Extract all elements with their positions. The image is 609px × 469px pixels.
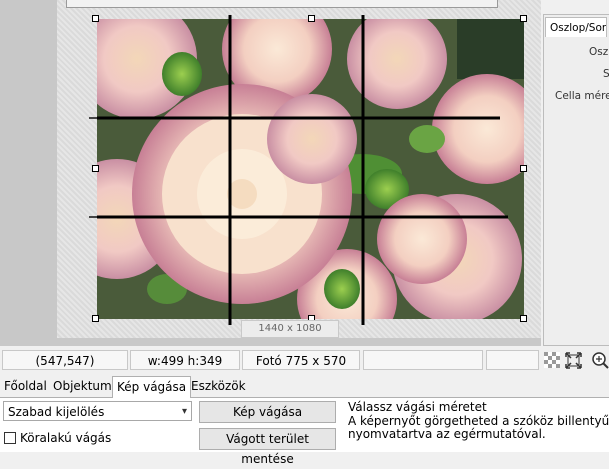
tab-tools[interactable]: Eszközök bbox=[187, 376, 250, 396]
canvas-top-strip bbox=[66, 0, 498, 8]
crop-handle-top-left[interactable] bbox=[92, 15, 99, 22]
grid-icon[interactable] bbox=[544, 352, 560, 368]
zoom-icon[interactable] bbox=[591, 351, 609, 369]
tab-oszlop-sor[interactable]: Oszlop/Sor bbox=[545, 17, 607, 37]
info-line: nyomvatartva az egérmutatóval. bbox=[348, 427, 546, 441]
crop-image-button[interactable]: Kép vágása bbox=[199, 401, 336, 423]
right-panel-frame bbox=[543, 14, 609, 346]
crop-handle-top-right[interactable] bbox=[520, 15, 527, 22]
status-selection-size: w:499 h:349 bbox=[130, 350, 240, 370]
save-cropped-area-button[interactable]: Vágott terület mentése bbox=[199, 428, 336, 466]
tab-crop-image[interactable]: Kép vágása bbox=[112, 376, 192, 398]
circle-crop-label: Köralakú vágás bbox=[20, 431, 112, 445]
selection-mode-value: Szabad kijelölés bbox=[8, 405, 105, 419]
image-size-label: 1440 x 1080 bbox=[241, 320, 339, 338]
crop-handle-bottom-left[interactable] bbox=[92, 315, 99, 322]
panel-label-row: S bbox=[603, 68, 609, 80]
crop-info-text: Válassz vágási méretet A képernyőt görge… bbox=[348, 400, 609, 442]
ruler-mark bbox=[89, 216, 97, 218]
status-photo-size: Fotó 775 x 570 bbox=[242, 350, 360, 370]
crop-guides bbox=[97, 15, 508, 325]
chevron-down-icon: ▾ bbox=[181, 406, 187, 417]
crop-handle-right[interactable] bbox=[520, 165, 527, 172]
status-field-empty bbox=[486, 350, 539, 370]
panel-label-cell-size: Cella méret bbox=[555, 90, 609, 102]
crop-handle-left[interactable] bbox=[92, 165, 99, 172]
status-field-empty bbox=[363, 350, 483, 370]
tab-home[interactable]: Főoldal bbox=[0, 376, 51, 396]
panel-label-column: Oszlo bbox=[589, 46, 609, 58]
selection-mode-select[interactable]: Szabad kijelölés ▾ bbox=[3, 401, 192, 421]
circle-crop-checkbox[interactable] bbox=[4, 432, 16, 444]
info-line: Válassz vágási méretet bbox=[348, 400, 487, 414]
crop-handle-bottom-right[interactable] bbox=[520, 315, 527, 322]
status-position: (547,547) bbox=[2, 350, 128, 370]
ruler-mark bbox=[89, 117, 97, 119]
tab-object[interactable]: Objektum bbox=[49, 376, 116, 396]
crop-handle-top[interactable] bbox=[308, 15, 315, 22]
info-line: A képernyőt görgetheted a szóköz billent… bbox=[348, 413, 609, 428]
fit-screen-icon[interactable] bbox=[565, 352, 582, 369]
